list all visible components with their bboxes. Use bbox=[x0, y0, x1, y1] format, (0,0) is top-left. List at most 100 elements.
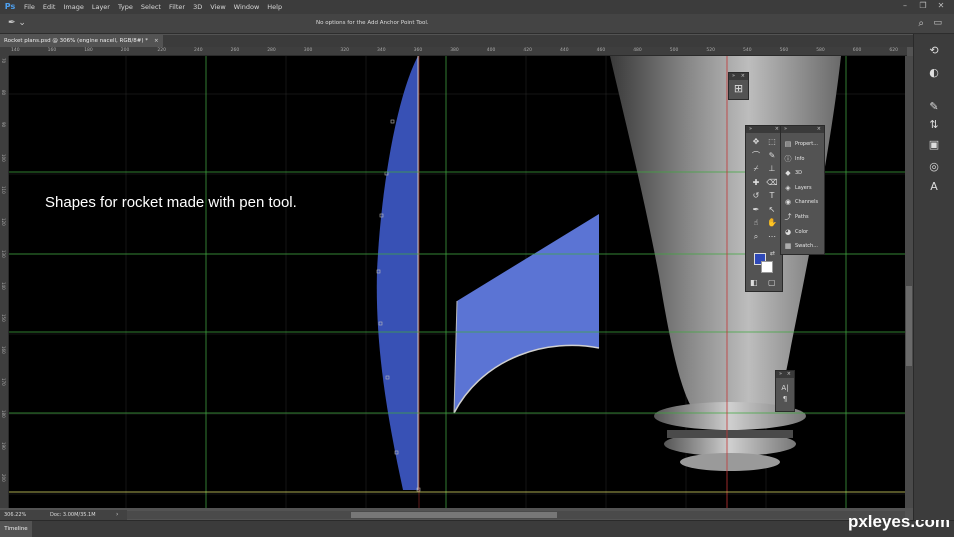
menu-type[interactable]: Type bbox=[118, 3, 133, 11]
close-icon[interactable]: × bbox=[787, 371, 791, 378]
timeline-tab[interactable]: Timeline bbox=[0, 521, 32, 537]
vertical-ruler[interactable]: 70 80 90 100 110 120 130 140 150 160 170 180 190 200 bbox=[0, 56, 9, 508]
adjust-icon[interactable]: ⇅ bbox=[924, 118, 944, 131]
panel-header[interactable]: » × bbox=[781, 126, 824, 133]
character-icon[interactable]: A| bbox=[776, 384, 794, 392]
navigator-mini-panel: » × ⊞ bbox=[728, 72, 749, 100]
collapse-icon[interactable]: » bbox=[779, 371, 782, 378]
menu-view[interactable]: View bbox=[210, 3, 225, 11]
ruler-tick-label: 220 bbox=[157, 48, 166, 53]
eyedropper-tool-icon[interactable]: ⌿ bbox=[749, 163, 763, 175]
collapse-icon[interactable]: » bbox=[732, 73, 735, 80]
panel-header[interactable]: » × bbox=[746, 126, 782, 133]
marquee-tool-icon[interactable]: ⬚ bbox=[765, 136, 779, 148]
close-icon[interactable]: ✕ bbox=[932, 1, 950, 10]
menu-help[interactable]: Help bbox=[267, 3, 282, 11]
brush-icon[interactable]: ✎ bbox=[924, 100, 944, 113]
zoom-level[interactable]: 306.22% bbox=[4, 512, 26, 518]
zoom-tool-icon[interactable]: ⌕ bbox=[749, 231, 763, 243]
layers-panel-icon: ◈ bbox=[785, 183, 791, 192]
swirl-icon[interactable]: ◎ bbox=[924, 160, 944, 173]
layers-panel-item[interactable]: ◈ Layers bbox=[783, 182, 811, 194]
menu-image[interactable]: Image bbox=[63, 3, 83, 11]
close-icon[interactable]: × bbox=[817, 126, 821, 133]
lasso-tool-icon[interactable]: ⌒ bbox=[749, 150, 763, 162]
smudge-tool-icon[interactable]: ☝ bbox=[749, 217, 763, 229]
restore-icon[interactable]: ❐ bbox=[914, 1, 932, 10]
workspace-icon[interactable]: ▭ bbox=[933, 18, 942, 28]
clone-icon[interactable]: ▣ bbox=[924, 138, 944, 151]
hand-tool-icon[interactable]: ✋ bbox=[765, 217, 779, 229]
tool-preset-picker[interactable]: ✒ ⌄ bbox=[8, 18, 26, 28]
menu-filter[interactable]: Filter bbox=[169, 3, 185, 11]
background-color-swatch[interactable] bbox=[761, 261, 773, 273]
collapse-icon[interactable]: » bbox=[749, 126, 752, 133]
horizontal-ruler[interactable]: 140 160 180 200 220 240 260 280 300 320 340 360 380 4… bbox=[9, 47, 907, 56]
panel-header[interactable]: » × bbox=[776, 371, 794, 378]
menu-3d[interactable]: 3D bbox=[193, 3, 202, 11]
ruler-tick-label: 260 bbox=[230, 48, 240, 53]
ruler-tick-label: 200 bbox=[1, 474, 6, 482]
menu-file[interactable]: File bbox=[24, 3, 35, 11]
screen-mode-icon[interactable]: ▢ bbox=[768, 278, 776, 287]
close-icon[interactable]: × bbox=[775, 126, 779, 133]
menu-window[interactable]: Window bbox=[234, 3, 260, 11]
ruler-origin[interactable] bbox=[0, 47, 9, 56]
document-tab[interactable]: Rocket plans.psd @ 306% (engine nacell, … bbox=[0, 35, 163, 47]
window-controls: – ❐ ✕ bbox=[896, 1, 950, 10]
ruler-tick-label: 200 bbox=[120, 48, 130, 53]
horizontal-scroll-thumb[interactable] bbox=[351, 512, 557, 518]
ruler-tick-label: 140 bbox=[11, 48, 20, 53]
type-tool-icon[interactable]: T bbox=[765, 190, 779, 202]
ruler-tick-label: 440 bbox=[560, 48, 569, 53]
vertical-scrollbar[interactable] bbox=[905, 56, 913, 508]
close-icon[interactable]: × bbox=[741, 73, 745, 80]
channels-panel-icon: ◉ bbox=[784, 198, 792, 207]
color-panel-item[interactable]: ◕ Color bbox=[783, 226, 808, 238]
paths-panel-icon: ⤴ bbox=[784, 213, 792, 221]
ruler-tick-label: 80 bbox=[1, 90, 6, 96]
swap-colors-icon[interactable]: ⇄ bbox=[770, 250, 775, 257]
status-menu-arrow[interactable]: › bbox=[116, 511, 118, 518]
history-brush-tool-icon[interactable]: ↺ bbox=[749, 190, 763, 202]
pen-tool-icon[interactable]: ✒ bbox=[749, 204, 763, 216]
eraser-tool-icon[interactable]: ⌫ bbox=[765, 177, 779, 189]
ruler-tick-label: 190 bbox=[1, 442, 6, 450]
dock-item-label: Info bbox=[795, 155, 805, 162]
move-tool-icon[interactable]: ✥ bbox=[749, 136, 763, 148]
quick-mask-icon[interactable]: ◧ bbox=[750, 278, 758, 287]
collapsed-panels-dock: » × ▤ Propert... ⓘ Info ◆ 3D ◈ Layers ◉ Channels ⤴… bbox=[780, 125, 825, 255]
ruler-tick-label: 420 bbox=[523, 48, 532, 53]
search-icon[interactable]: ⌕ bbox=[918, 18, 924, 29]
minimize-icon[interactable]: – bbox=[896, 1, 914, 10]
dock-item-label: Color bbox=[795, 228, 809, 235]
ruler-tick-label: 380 bbox=[450, 48, 459, 53]
horizontal-scrollbar[interactable] bbox=[127, 511, 905, 519]
collapse-icon[interactable]: » bbox=[784, 126, 787, 133]
menu-layer[interactable]: Layer bbox=[92, 3, 110, 11]
info-panel-item[interactable]: ⓘ Info bbox=[783, 153, 805, 165]
swatches-panel-item[interactable]: ▦ Swatch... bbox=[783, 240, 818, 252]
history-icon[interactable]: ⟲ bbox=[924, 44, 944, 57]
close-icon[interactable]: × bbox=[154, 35, 159, 47]
panel-header[interactable]: » × bbox=[729, 73, 748, 80]
more-tools-icon[interactable]: ⋯ bbox=[765, 231, 779, 243]
healing-tool-icon[interactable]: ✚ bbox=[749, 177, 763, 189]
properties-panel-item[interactable]: ▤ Propert... bbox=[783, 138, 818, 150]
channels-panel-item[interactable]: ◉ Channels bbox=[783, 196, 818, 208]
path-select-tool-icon[interactable]: ↖ bbox=[765, 204, 779, 216]
paths-panel-item[interactable]: ⤴ Paths bbox=[783, 211, 809, 223]
doc-size: Doc: 3.00M/35.1M bbox=[50, 512, 96, 518]
ruler-tick-label: 620 bbox=[889, 48, 898, 53]
vertical-scroll-thumb[interactable] bbox=[906, 286, 912, 366]
navigator-icon[interactable]: ⊞ bbox=[729, 80, 748, 98]
menu-select[interactable]: Select bbox=[141, 3, 161, 11]
paragraph-icon[interactable]: ¶ bbox=[776, 395, 794, 403]
stamp-tool-icon[interactable]: ⊥ bbox=[765, 163, 779, 175]
type-glyph-icon[interactable]: A bbox=[924, 180, 944, 193]
ruler-tick-label: 130 bbox=[1, 250, 6, 258]
brush-tool-icon[interactable]: ✎ bbox=[765, 150, 779, 162]
menu-edit[interactable]: Edit bbox=[43, 3, 56, 11]
3d-panel-item[interactable]: ◆ 3D bbox=[783, 167, 802, 179]
color-wheel-icon[interactable]: ◐ bbox=[924, 66, 944, 79]
